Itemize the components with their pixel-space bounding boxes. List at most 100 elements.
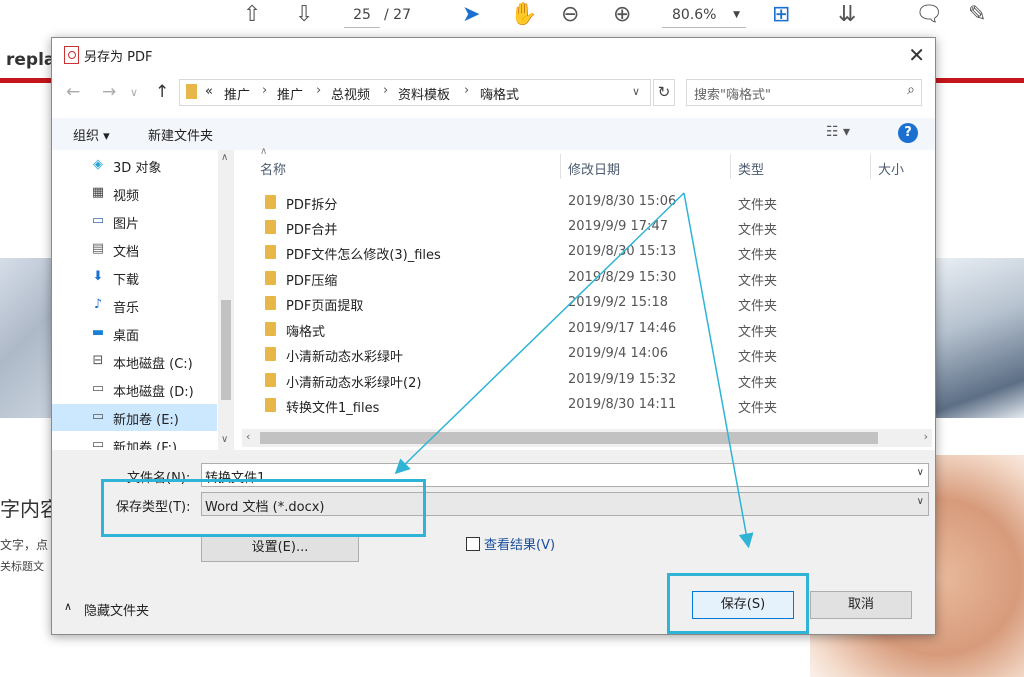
file-type: 文件夹 [738, 274, 778, 289]
hide-folders-toggle[interactable]: 隐藏文件夹 [84, 600, 149, 619]
cancel-button[interactable]: 取消 [810, 591, 912, 619]
forward-arrow-icon[interactable]: → [102, 82, 116, 102]
file-row[interactable]: PDF压缩 2019/8/29 15:30 文件夹 [252, 266, 932, 291]
nav-item-downloads[interactable]: ⬇ 下载 [52, 264, 217, 291]
breadcrumb-item[interactable]: 资料模板 [398, 84, 450, 103]
video-icon: ▦ [91, 185, 105, 200]
file-type: 文件夹 [738, 248, 778, 263]
breadcrumb-overflow[interactable]: « [205, 84, 213, 99]
pdf-app-icon [64, 46, 79, 64]
file-date: 2019/8/30 15:06 [568, 194, 677, 209]
help-button[interactable]: ? [898, 123, 918, 143]
scroll-thumb[interactable] [260, 432, 878, 444]
breadcrumb-chevron-icon[interactable]: › [262, 83, 267, 98]
nav-item-drive-d[interactable]: ▭ 本地磁盘 (D:) [52, 376, 217, 403]
nav-item-label: 文档 [113, 245, 140, 260]
scroll-left-icon[interactable]: ‹ [246, 430, 250, 443]
nav-item-music[interactable]: ♪ 音乐 [52, 292, 217, 319]
column-divider[interactable] [870, 154, 871, 179]
nav-item-label: 图片 [113, 217, 140, 232]
organize-button[interactable]: 组织 ▾ [73, 125, 110, 144]
folder-icon [186, 84, 197, 99]
nav-item-label: 音乐 [113, 301, 140, 316]
comment-icon[interactable]: 🗨 [915, 2, 943, 28]
chevron-down-icon[interactable]: ∨ [917, 467, 924, 478]
file-name: 转换文件1_files [286, 401, 380, 416]
file-date: 2019/8/30 15:13 [568, 244, 677, 259]
view-options-icon[interactable]: ☷ ▾ [826, 124, 850, 140]
page-number-input[interactable]: 25 [344, 3, 380, 28]
nav-item-drive-e[interactable]: ▭ 新加卷 (E:) [52, 404, 217, 431]
select-cursor-icon[interactable]: ➤ [462, 2, 480, 28]
file-row[interactable]: PDF页面提取 2019/9/2 15:18 文件夹 [252, 291, 932, 316]
nav-item-documents[interactable]: ▤ 文档 [52, 236, 217, 263]
scroll-thumb[interactable] [221, 300, 231, 400]
scroll-mode-icon[interactable]: ⇊ [838, 2, 856, 28]
nav-item-drive-f[interactable]: ▭ 新加卷 (F:) [52, 432, 217, 450]
folder-icon [265, 347, 276, 361]
search-icon[interactable]: ⌕ [907, 82, 915, 98]
chevron-up-icon[interactable]: ∧ [64, 600, 72, 613]
search-box[interactable]: 搜索"嗨格式" ⌕ [686, 79, 922, 106]
pen-icon[interactable]: ✎ [968, 2, 986, 28]
breadcrumb-item[interactable]: 总视频 [331, 84, 370, 103]
document-text-line: 关标题文 [0, 560, 44, 573]
breadcrumb-chevron-icon[interactable]: › [316, 83, 321, 98]
file-row[interactable]: PDF合并 2019/9/9 17:47 文件夹 [252, 215, 932, 240]
back-arrow-icon[interactable]: ← [66, 82, 80, 102]
fit-page-icon[interactable]: ⊞ [772, 2, 790, 28]
refresh-button[interactable]: ↻ [653, 79, 675, 106]
breadcrumb-item[interactable]: 推广 [277, 84, 303, 103]
dialog-title-bar: 另存为 PDF ✕ [52, 38, 935, 72]
file-row[interactable]: 转换文件1_files 2019/8/30 14:11 文件夹 [252, 393, 932, 418]
breadcrumb-item[interactable]: 嗨格式 [480, 84, 519, 103]
folder-icon [265, 271, 276, 285]
save-highlight-box [667, 573, 809, 634]
file-row[interactable]: 嗨格式 2019/9/17 14:46 文件夹 [252, 317, 932, 342]
folder-icon [265, 296, 276, 310]
new-folder-button[interactable]: 新建文件夹 [148, 125, 213, 144]
file-row[interactable]: PDF文件怎么修改(3)_files 2019/8/30 15:13 文件夹 [252, 240, 932, 265]
view-result-checkbox[interactable] [466, 537, 480, 551]
file-name: 小清新动态水彩绿叶 [286, 350, 404, 365]
zoom-out-icon[interactable]: ⊖ [561, 2, 579, 28]
hand-tool-icon[interactable]: ✋ [510, 2, 537, 28]
nav-item-label: 本地磁盘 (D:) [113, 385, 194, 400]
nav-item-video[interactable]: ▦ 视频 [52, 180, 217, 207]
breadcrumb-item[interactable]: 推广 [224, 84, 250, 103]
scroll-right-icon[interactable]: › [924, 430, 928, 443]
scroll-down-icon[interactable]: ∨ [221, 434, 228, 445]
up-arrow-icon[interactable]: ↑ [155, 82, 169, 102]
sort-up-icon: ∧ [260, 146, 268, 157]
nav-scrollbar[interactable]: ∧ ∨ [218, 150, 234, 450]
recent-chevron-icon[interactable]: ∨ [130, 86, 138, 99]
file-list-hscrollbar[interactable]: ‹ › [242, 429, 932, 447]
chevron-down-icon[interactable]: ∨ [917, 496, 924, 507]
scroll-up-icon[interactable]: ∧ [221, 152, 228, 163]
close-icon[interactable]: ✕ [908, 43, 925, 67]
nav-item-3d-objects[interactable]: ◈ 3D 对象 [52, 152, 217, 179]
page-down-icon[interactable]: ⇩ [295, 2, 313, 28]
column-header-name[interactable]: 名称 [260, 159, 286, 178]
music-icon: ♪ [93, 297, 103, 312]
file-row[interactable]: 小清新动态水彩绿叶(2) 2019/9/19 15:32 文件夹 [252, 368, 932, 393]
file-row[interactable]: PDF拆分 2019/8/30 15:06 文件夹 [252, 190, 932, 215]
address-dropdown-icon[interactable]: ∨ [632, 85, 640, 98]
column-header-date[interactable]: 修改日期 [568, 159, 620, 178]
column-divider[interactable] [560, 154, 561, 179]
address-bar[interactable]: « 推广 › 推广 › 总视频 › 资料模板 › 嗨格式 ∨ [179, 79, 651, 106]
file-row[interactable]: 小清新动态水彩绿叶 2019/9/4 14:06 文件夹 [252, 342, 932, 367]
breadcrumb-chevron-icon[interactable]: › [383, 83, 388, 98]
column-divider[interactable] [730, 154, 731, 179]
nav-item-desktop[interactable]: ▬ 桌面 [52, 320, 217, 347]
nav-item-drive-c[interactable]: ⊟ 本地磁盘 (C:) [52, 348, 217, 375]
zoom-in-icon[interactable]: ⊕ [613, 2, 631, 28]
breadcrumb-chevron-icon[interactable]: › [464, 83, 469, 98]
page-up-icon[interactable]: ⇧ [243, 2, 261, 28]
column-header-type[interactable]: 类型 [738, 159, 764, 178]
zoom-level-select[interactable]: 80.6% ▼ [662, 3, 746, 28]
view-result-label[interactable]: 查看结果(V) [484, 534, 555, 553]
nav-item-pictures[interactable]: ▭ 图片 [52, 208, 217, 235]
settings-button[interactable]: 设置(E)... [201, 534, 359, 562]
column-header-size[interactable]: 大小 [878, 159, 904, 178]
